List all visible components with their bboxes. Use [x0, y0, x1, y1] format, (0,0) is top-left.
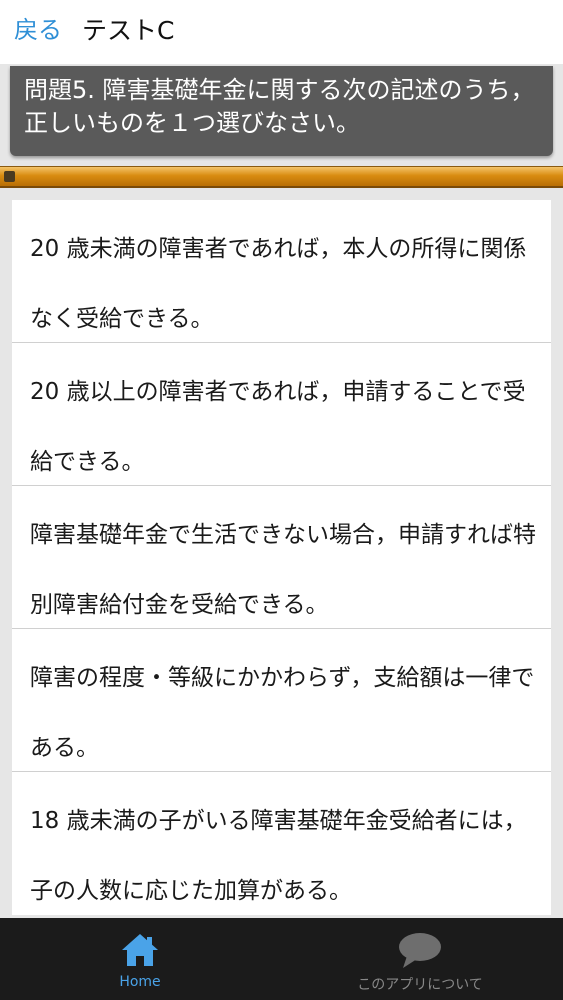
answer-option-5[interactable]: 18 歳未満の子がいる障害基礎年金受給者には，子の人数に応じた加算がある。 — [12, 772, 551, 915]
answer-option-text: 20 歳未満の障害者であれば，本人の所得に関係なく受給できる。 — [30, 236, 527, 332]
nav-about[interactable]: このアプリについて — [330, 918, 510, 1000]
bottom-navigation: Home このアプリについて — [0, 918, 563, 1000]
answer-option-1[interactable]: 20 歳未満の障害者であれば，本人の所得に関係なく受給できる。 — [12, 200, 551, 343]
nav-home-label: Home — [119, 974, 161, 990]
progress-fill — [4, 171, 15, 182]
question-panel: 問題5. 障害基礎年金に関する次の記述のうち，正しいものを１つ選びなさい。 — [10, 66, 553, 156]
answer-option-2[interactable]: 20 歳以上の障害者であれば，申請することで受給できる。 — [12, 343, 551, 486]
nav-home[interactable]: Home — [90, 918, 190, 1000]
answer-options: 20 歳未満の障害者であれば，本人の所得に関係なく受給できる。 20 歳以上の障… — [12, 200, 551, 915]
progress-bar — [0, 166, 563, 188]
app-header: 戻る テストC — [0, 0, 563, 64]
answer-option-text: 障害の程度・等級にかかわらず，支給額は一律である。 — [30, 665, 535, 761]
answer-option-text: 20 歳以上の障害者であれば，申請することで受給できる。 — [30, 379, 526, 475]
question-text: 問題5. 障害基礎年金に関する次の記述のうち，正しいものを１つ選びなさい。 — [24, 76, 535, 137]
answer-option-3[interactable]: 障害基礎年金で生活できない場合，申請すれば特別障害給付金を受給できる。 — [12, 486, 551, 629]
speech-bubble-icon — [397, 932, 443, 974]
nav-about-label: このアプリについて — [357, 977, 483, 993]
answer-option-text: 18 歳未満の子がいる障害基礎年金受給者には，子の人数に応じた加算がある。 — [30, 808, 527, 904]
home-icon — [120, 932, 160, 972]
page-title: テストC — [82, 16, 175, 45]
answer-option-4[interactable]: 障害の程度・等級にかかわらず，支給額は一律である。 — [12, 629, 551, 772]
back-button[interactable]: 戻る — [14, 14, 62, 46]
answer-option-text: 障害基礎年金で生活できない場合，申請すれば特別障害給付金を受給できる。 — [30, 522, 536, 618]
